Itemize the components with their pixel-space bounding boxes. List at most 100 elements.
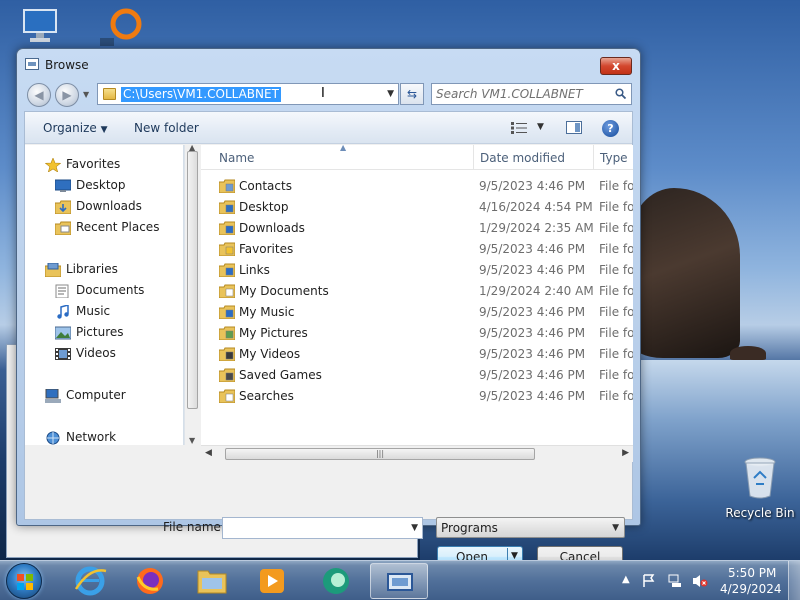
views-dropdown[interactable]: ▼ — [537, 122, 544, 132]
file-row[interactable]: Links 9/5/2023 4:46 PM File folder — [201, 260, 633, 281]
nav-item-label: Documents — [76, 283, 145, 297]
nav-item-label: Downloads — [76, 199, 142, 213]
recycle-bin-icon — [744, 457, 776, 499]
column-header-type[interactable]: Type — [600, 151, 628, 165]
clock-time[interactable]: 5:50 PM — [728, 566, 776, 580]
nav-computer-label: Computer — [66, 388, 126, 402]
column-header-date-modified[interactable]: Date modified — [480, 151, 565, 165]
folder-icon — [219, 179, 235, 193]
show-hidden-icons-arrow-icon[interactable]: ▲ — [622, 574, 630, 585]
file-date-cell: 9/5/2023 4:46 PM — [479, 305, 586, 319]
start-button[interactable] — [6, 563, 42, 599]
file-type-cell: File folder — [599, 284, 633, 298]
horizontal-scrollbar[interactable]: ◀ ||| ▶ — [201, 445, 633, 462]
taskbar-browser-app[interactable] — [310, 563, 362, 599]
action-center-flag-icon[interactable] — [642, 574, 656, 588]
column-header-name[interactable]: Name — [219, 151, 254, 165]
dialog-titlebar[interactable]: Browse x — [17, 49, 640, 79]
taskbar-internet-explorer[interactable] — [64, 563, 116, 599]
file-row[interactable]: My Documents 1/29/2024 2:40 AM File folder — [201, 281, 633, 302]
back-arrow-icon: ◀ — [34, 88, 44, 102]
chevron-down-icon[interactable]: ▼ — [411, 523, 418, 533]
file-row[interactable]: My Videos 9/5/2023 4:46 PM File folder — [201, 344, 633, 365]
forward-button[interactable]: ▶ — [55, 83, 79, 107]
orange-app-desktop-icon[interactable] — [100, 6, 146, 46]
nav-item-label: Desktop — [76, 178, 126, 192]
file-list: ▲ Name Date modified Type Contacts 9/5/20… — [201, 145, 633, 445]
file-name-cell: Contacts — [239, 179, 292, 193]
views-icon[interactable] — [511, 122, 527, 134]
file-type-cell: File folder — [599, 326, 633, 340]
scrollbar-thumb[interactable] — [187, 151, 198, 409]
refresh-button[interactable]: ⇆ — [400, 83, 424, 105]
scroll-down-arrow-icon[interactable]: ▼ — [189, 436, 195, 445]
file-row[interactable]: My Music 9/5/2023 4:46 PM File folder — [201, 302, 633, 323]
address-bar[interactable]: C:\Users\VM1.COLLABNET I ▼ — [97, 83, 399, 105]
file-name-cell: My Music — [239, 305, 295, 319]
close-button[interactable]: x — [600, 57, 632, 75]
nav-favorites-label: Favorites — [66, 157, 121, 171]
file-type-select[interactable]: Programs ▼ — [436, 517, 625, 538]
file-name-input[interactable] — [226, 520, 401, 536]
file-row[interactable]: Downloads 1/29/2024 2:35 AM File folder — [201, 218, 633, 239]
organize-button[interactable]: Organize ▼ — [43, 121, 108, 135]
file-date-cell: 9/5/2023 4:46 PM — [479, 242, 586, 256]
back-button[interactable]: ◀ — [27, 83, 51, 107]
recycle-bin-desktop-icon[interactable]: Recycle Bin — [724, 456, 796, 526]
file-row[interactable]: Searches 9/5/2023 4:46 PM File folder — [201, 386, 633, 407]
chevron-down-icon[interactable]: ▼ — [387, 89, 394, 99]
search-icon[interactable] — [615, 88, 626, 99]
taskbar-media-player[interactable] — [246, 563, 298, 599]
recent-locations-dropdown[interactable]: ▼ — [83, 90, 89, 99]
network-status-icon[interactable] — [668, 574, 682, 588]
navigation-pane: Favorites Desktop Downloads Recent Place… — [25, 145, 184, 445]
file-type-cell: File folder — [599, 200, 633, 214]
command-toolbar: Organize ▼ New folder ▼ ? — [25, 112, 632, 144]
help-icon[interactable]: ? — [602, 120, 619, 137]
sea-rock — [630, 188, 740, 358]
show-desktop-button[interactable] — [788, 561, 800, 600]
scrollbar-thumb[interactable]: ||| — [225, 448, 535, 460]
volume-muted-icon[interactable] — [692, 574, 708, 588]
taskbar-file-explorer[interactable] — [186, 563, 238, 599]
new-folder-button[interactable]: New folder — [134, 121, 199, 135]
network-icon — [46, 431, 60, 445]
search-input[interactable] — [436, 86, 606, 102]
nav-item-label: Videos — [76, 346, 116, 360]
file-type-cell: File folder — [599, 221, 633, 235]
taskbar-remote-desktop-active[interactable] — [370, 563, 428, 599]
file-row[interactable]: Desktop 4/16/2024 4:54 PM File folder — [201, 197, 633, 218]
file-row[interactable]: Contacts 9/5/2023 4:46 PM File folder — [201, 176, 633, 197]
taskbar-firefox[interactable] — [124, 563, 176, 599]
internet-explorer-icon — [74, 566, 107, 596]
file-row[interactable]: Saved Games 9/5/2023 4:46 PM File folder — [201, 365, 633, 386]
text-cursor-icon: I — [321, 86, 325, 101]
file-type-cell: File folder — [599, 368, 633, 382]
file-name-combobox[interactable]: ▼ — [222, 517, 423, 539]
clock-date[interactable]: 4/29/2024 — [720, 582, 782, 596]
search-box[interactable] — [431, 83, 632, 105]
folder-icon — [219, 284, 235, 298]
nav-item-label: Pictures — [76, 325, 124, 339]
file-name-label: File name: — [163, 520, 225, 534]
file-date-cell: 9/5/2023 4:46 PM — [479, 368, 586, 382]
column-divider[interactable] — [593, 145, 594, 170]
preview-pane-icon[interactable] — [566, 121, 582, 134]
file-row[interactable]: Favorites 9/5/2023 4:46 PM File folder — [201, 239, 633, 260]
file-row[interactable]: My Pictures 9/5/2023 4:46 PM File folder — [201, 323, 633, 344]
file-name-cell: Searches — [239, 389, 294, 403]
address-path[interactable]: C:\Users\VM1.COLLABNET — [121, 87, 281, 102]
file-name-cell: My Documents — [239, 284, 329, 298]
computer-desktop-icon[interactable] — [18, 6, 64, 46]
scroll-right-arrow-icon[interactable]: ▶ — [622, 448, 629, 458]
nav-item-label: Recent Places — [76, 220, 160, 234]
navigation-scrollbar[interactable]: ▲ ▼ — [184, 143, 200, 445]
folder-icon — [219, 368, 235, 382]
scroll-left-arrow-icon[interactable]: ◀ — [205, 448, 212, 458]
column-divider[interactable] — [473, 145, 474, 170]
nav-libraries-label: Libraries — [66, 262, 118, 276]
firefox-icon — [136, 568, 163, 594]
system-tray: ▲ 5:50 PM 4/29/2024 — [620, 561, 800, 600]
file-date-cell: 1/29/2024 2:35 AM — [479, 221, 594, 235]
file-name-cell: Desktop — [239, 200, 289, 214]
